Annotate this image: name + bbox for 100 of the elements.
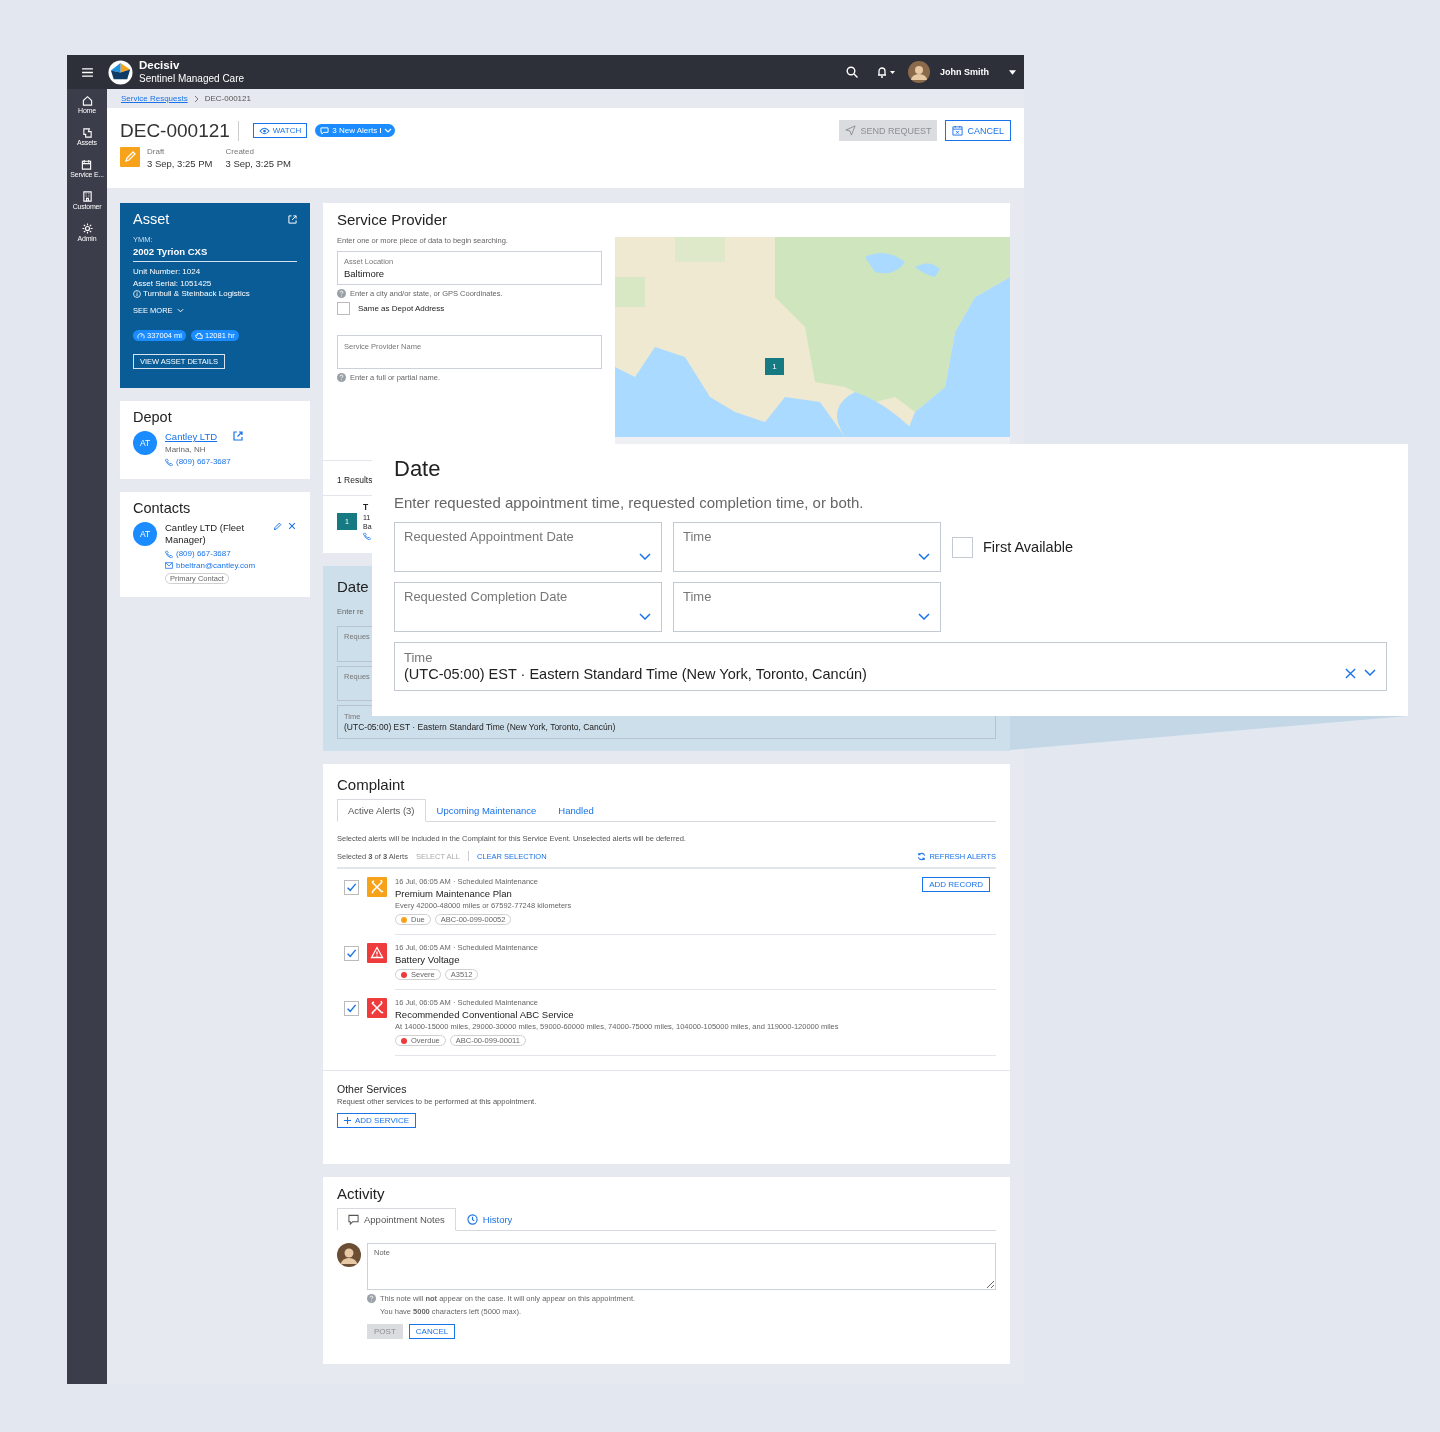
panel-title: Date [394,456,442,482]
caret-icon[interactable] [1009,69,1016,75]
checkbox[interactable] [952,536,973,558]
phone-link[interactable]: (809) 667-3687 [176,457,231,466]
result-title: T [363,502,370,512]
alert-title: Premium Maintenance Plan [395,888,513,899]
phone-icon [165,457,173,466]
info-icon [133,289,141,298]
chevron-down-icon[interactable] [639,613,651,620]
user-name[interactable]: John Smith [940,67,989,77]
plus-icon [344,1117,351,1124]
asset-owner: Turnbull & Steinback Logistics [143,289,250,298]
tab[interactable]: Upcoming Maintenance [425,799,548,822]
panel-hint: Enter requested appointment time, requested completion time, or both. [394,494,865,511]
date-field[interactable]: Requested Appointment Date [394,522,662,572]
user-avatar[interactable] [908,61,930,83]
alerts-dropdown[interactable]: 3 New Alerts [315,124,396,137]
settings-icon[interactable] [81,223,93,234]
checkbox-label: First Available [983,539,1073,555]
add-record-button[interactable]: ADD RECORD [922,877,990,892]
search-icon[interactable] [846,66,858,78]
cancel-button[interactable]: CANCEL [408,1324,456,1339]
card-title: Date [337,578,370,595]
card-title: Service Provider [337,211,449,228]
meta-label: Draft [147,147,166,156]
watch-button[interactable]: WATCH [252,123,308,138]
clock-icon [466,1214,478,1225]
notification-bell-icon[interactable] [876,66,896,78]
cancel-button[interactable]: CANCEL [945,120,1011,141]
breadcrumb-link[interactable]: Service Resquests [121,94,188,103]
edit-icon[interactable] [273,522,282,531]
phone-link[interactable]: (809) 667-3687 [176,549,231,558]
ymm-value: 2002 Tyrion CXS [133,246,209,257]
add-service-button[interactable]: ADD SERVICE [337,1113,417,1128]
help-icon [367,1294,376,1303]
timezone-field[interactable]: Time (UTC-05:00) EST · Eastern Standard Time (New York, Toronto, Cancún) [394,642,1387,691]
tab[interactable]: Handled [547,799,605,822]
clear-icon[interactable] [1345,668,1356,679]
date-field[interactable]: Requested Completion Date [394,582,662,632]
asset-detail: Unit Number: 1024 [133,266,202,278]
depot-location: Marina, NH [165,445,207,454]
meta-value: 3 Sep, 3:25 PM [225,158,291,169]
asset-detail: Asset Serial: 1051425 [133,277,213,289]
tab[interactable]: History [455,1208,524,1231]
card-title: Depot [133,409,173,425]
depot-link[interactable]: Cantley LTD [165,431,218,442]
checkbox[interactable] [344,880,359,895]
home-icon[interactable] [81,95,93,106]
alert-title: Recommended Conventional ABC Service [395,1009,575,1020]
logo-icon [108,59,133,85]
send-icon [845,125,857,136]
building-icon[interactable] [81,191,93,202]
chevron-down-icon[interactable] [1364,669,1376,676]
eye-icon [258,126,270,135]
time-field[interactable]: Time [673,522,941,572]
tab[interactable]: Active Alerts (3) [337,799,426,822]
meta-value: 3 Sep, 3:25 PM [147,158,213,169]
initials-avatar: AT [133,522,157,546]
chevron-down-icon [176,308,184,313]
chevron-down-icon[interactable] [918,553,930,560]
draft-edit-icon [120,147,140,167]
alert-title: Battery Voltage [395,954,461,965]
chevron-down-icon[interactable] [918,613,930,620]
tab[interactable]: Appointment Notes [337,1208,456,1231]
card-title: Activity [337,1185,386,1202]
chevron-down-icon[interactable] [639,553,651,560]
contact-name: Cantley LTD (Fleet Manager) [165,522,245,546]
card-title: Complaint [337,776,406,793]
card-title: Asset [133,211,170,227]
help-icon [337,289,346,298]
calendar-icon[interactable] [81,159,93,170]
email-icon [165,562,173,569]
checkbox[interactable] [344,946,359,961]
external-link-icon[interactable] [233,431,244,441]
user-avatar [337,1243,361,1267]
time-field[interactable]: Time [673,582,941,632]
card-title: Contacts [133,500,192,516]
gauge-icon [137,331,145,340]
results-count: 1 Results [337,475,373,485]
app-name: Decisiv [139,59,181,72]
megaphone-icon [320,126,330,135]
checkbox[interactable] [344,1001,359,1016]
calendar-icon [952,125,964,136]
checkbox[interactable] [337,302,350,315]
phone-icon [363,532,371,540]
breadcrumb-current: DEC-000121 [204,94,251,103]
close-icon[interactable] [288,522,296,530]
menu-icon[interactable] [82,67,93,77]
map-marker[interactable]: 1 [765,358,784,375]
chevron-right-icon [193,94,199,103]
meta-label: Created [225,147,255,156]
request-title: DEC-000121 [120,120,239,141]
email-link[interactable]: bbeltran@cantley.com [176,561,256,570]
other-services-title: Other Services [337,1083,408,1095]
app-subtitle: Sentinel Managed Care [139,72,245,85]
help-icon [337,373,346,382]
initials-avatar: AT [133,431,157,455]
phone-icon [165,549,173,558]
checkbox-label: Same as Depot Address [358,304,445,313]
refresh-icon [917,851,927,861]
